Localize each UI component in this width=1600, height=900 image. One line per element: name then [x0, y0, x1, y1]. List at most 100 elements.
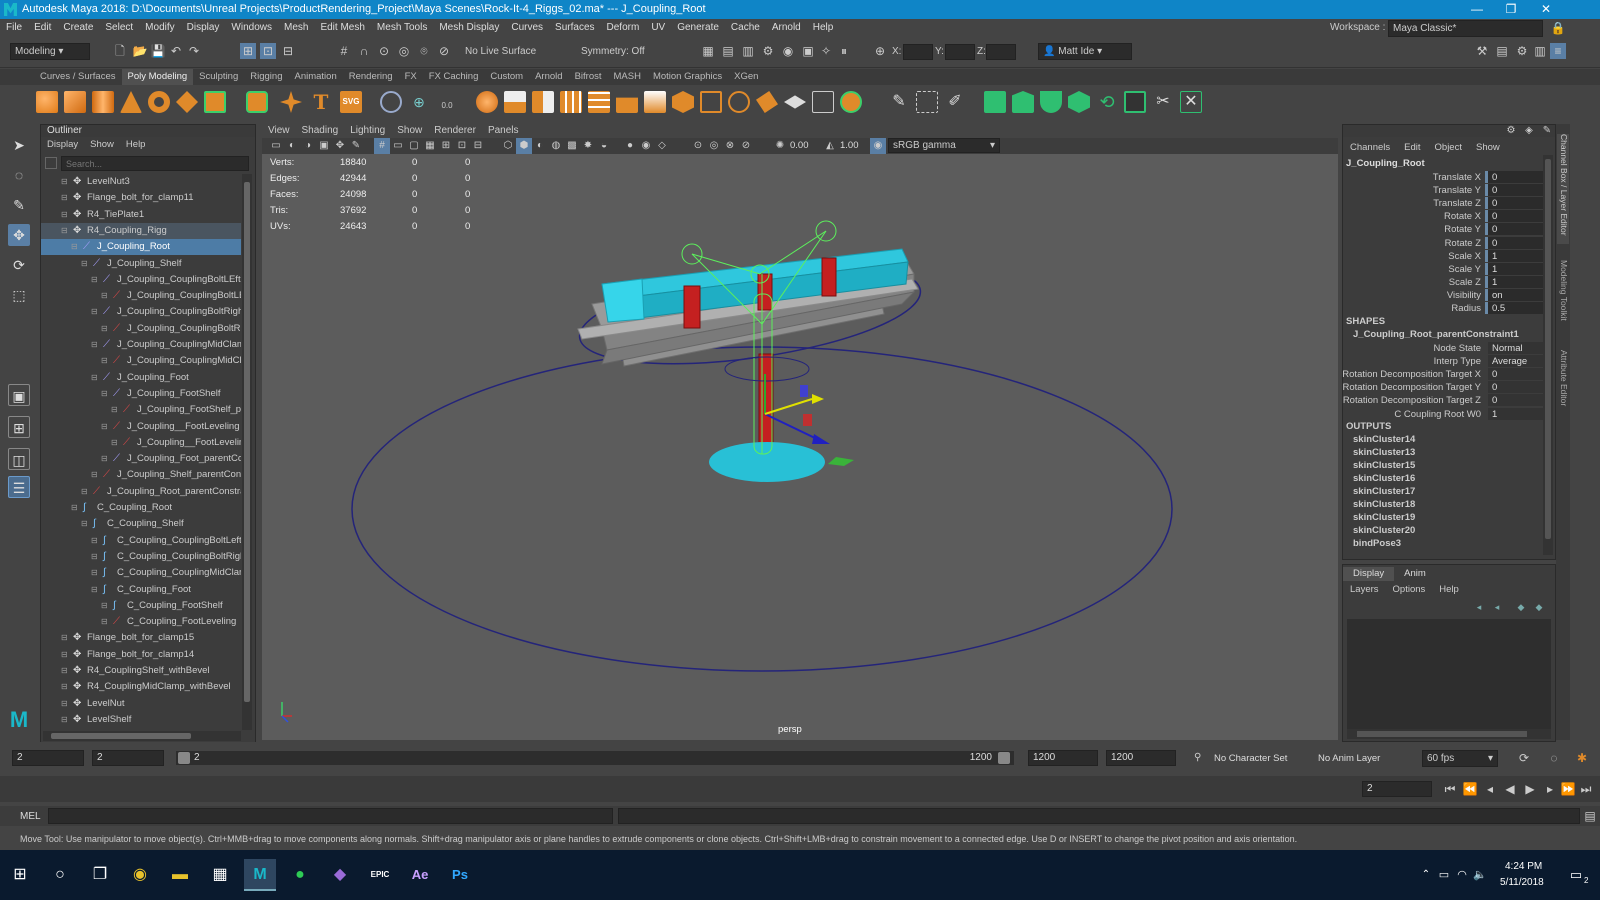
expand-toggle-icon[interactable]: ⊟ [111, 402, 121, 418]
expand-toggle-icon[interactable]: ⊟ [91, 272, 101, 288]
viewport-menu-renderer[interactable]: Renderer [428, 124, 482, 138]
expand-toggle-icon[interactable]: ⊟ [91, 582, 101, 598]
default-material-icon[interactable]: ◐ [532, 138, 548, 154]
outliner-row[interactable]: ⊟ ✥ R4_TiePlate1 [41, 207, 241, 223]
shelf-tab-bifrost[interactable]: Bifrost [569, 69, 608, 85]
anim-layer-select[interactable]: No Anim Layer [1318, 753, 1380, 764]
menu-mesh-display[interactable]: Mesh Display [433, 19, 505, 37]
notifications-icon[interactable]: ▭ [1560, 859, 1592, 891]
new-layer-selected-icon[interactable]: ◆ [1513, 599, 1529, 615]
outliner-row[interactable]: ⊟ ⟋ J_Coupling_CouplingMidCl [41, 353, 241, 369]
output-node[interactable]: skinCluster19 [1353, 512, 1415, 523]
step-forward-frame-icon[interactable]: ▸ [1542, 781, 1558, 797]
xray-joints-icon[interactable]: ⊗ [722, 138, 738, 154]
spotify-icon[interactable]: ● [284, 859, 316, 891]
menu-curves[interactable]: Curves [505, 19, 549, 37]
outliner-row[interactable]: ⊟ ∫ C_Coupling_CouplingBoltLeft [41, 533, 241, 549]
scene-view[interactable] [262, 154, 1338, 740]
channel-row[interactable]: Rotation Decomposition Target Z0 [1343, 394, 1555, 407]
menu-generate[interactable]: Generate [671, 19, 725, 37]
combine-icon[interactable]: ⊕ [408, 91, 430, 113]
character-set-select[interactable]: No Character Set [1214, 753, 1287, 764]
channel-row[interactable]: Interp Type Average [1343, 355, 1555, 368]
shadows-icon[interactable]: ◒ [596, 138, 612, 154]
layer-move-down-icon[interactable]: ◂ [1489, 599, 1505, 615]
clock-time[interactable]: 4:24 PM [1505, 861, 1542, 872]
script-language-label[interactable]: MEL [20, 811, 41, 822]
viewport-menu-view[interactable]: View [262, 124, 296, 138]
output-node[interactable]: skinCluster13 [1353, 447, 1415, 458]
sew-uv-icon[interactable]: ✂ [1152, 91, 1174, 113]
camera-attributes-icon[interactable]: ◐ [284, 138, 300, 154]
tab-channel-box[interactable]: Channel Box / Layer Editor [1557, 134, 1569, 244]
tab-modeling-toolkit[interactable]: Modeling Toolkit [1557, 260, 1569, 340]
extrude-icon[interactable] [616, 97, 638, 113]
ipr-render-icon[interactable]: ▥ [740, 43, 756, 59]
reduce-icon[interactable] [840, 91, 862, 113]
shelf-tab-poly-modeling[interactable]: Poly Modeling [121, 69, 194, 85]
expand-toggle-icon[interactable]: ⊟ [71, 500, 81, 516]
outliner-row[interactable]: ⊟ ✥ R4_Coupling_Rigg [41, 222, 241, 239]
layer-menu-help[interactable]: Help [1432, 583, 1466, 597]
expand-toggle-icon[interactable]: ⊟ [101, 419, 111, 435]
anim-prefs-icon[interactable]: ✱ [1574, 750, 1590, 766]
unfold-icon[interactable]: ✕ [1180, 91, 1202, 113]
expand-toggle-icon[interactable]: ⊟ [81, 516, 91, 532]
select-by-component-icon[interactable]: ⊟ [280, 43, 296, 59]
channel-row[interactable]: Radius 0.5 [1343, 302, 1555, 315]
bridge-icon[interactable] [644, 91, 666, 113]
channel-row[interactable]: Node State Normal [1343, 342, 1555, 355]
modeling-toolkit-icon[interactable]: ⚒ [1474, 43, 1490, 59]
two-pane-layout-icon[interactable]: ◫ [8, 448, 30, 470]
viewport-menu-panels[interactable]: Panels [482, 124, 525, 138]
outliner-row[interactable]: ⊟ ✥ LevelShelf [41, 712, 241, 728]
outliner-row[interactable]: ⊟ ⟋ J_Coupling_Root_parentConstra [41, 484, 241, 500]
safe-action-icon[interactable]: ⊡ [454, 138, 470, 154]
loop-icon[interactable]: ⟳ [1516, 750, 1532, 766]
wireframe-icon[interactable]: ⬡ [500, 138, 516, 154]
resolution-gate-icon[interactable]: ▢ [406, 138, 422, 154]
save-scene-icon[interactable]: 💾 [150, 43, 166, 59]
outliner-row[interactable]: ⊟ ⟋ J_Coupling_Foot [41, 370, 241, 386]
viewport-menu-shading[interactable]: Shading [296, 124, 345, 138]
automatic-map-icon[interactable] [1068, 91, 1090, 113]
epic-games-icon[interactable]: EPIC [364, 859, 396, 891]
outliner-row[interactable]: ⊟ ✥ LevelNut [41, 696, 241, 712]
expand-toggle-icon[interactable]: ⊟ [101, 353, 111, 369]
select-tool-icon[interactable]: ➤ [8, 134, 30, 156]
shelf-tab-sculpting[interactable]: Sculpting [193, 69, 244, 85]
menu-deform[interactable]: Deform [601, 19, 646, 37]
outliner-row[interactable]: ⊟ ✥ R4_CouplingShelf_withBevel [41, 663, 241, 679]
cylindrical-map-icon[interactable] [1012, 91, 1034, 113]
char-set-icon[interactable]: ⚲ [1194, 752, 1201, 763]
selected-object-name[interactable]: J_Coupling_Root [1346, 158, 1425, 169]
outliner-row[interactable]: ⊟ ∫ C_Coupling_Root [41, 500, 241, 516]
menu-set-select[interactable]: Modeling ▾ [10, 43, 90, 60]
x-field[interactable] [903, 44, 933, 60]
absolute-transform-icon[interactable]: ⊕ [872, 43, 888, 59]
shelf-tab-motion-graphics[interactable]: Motion Graphics [647, 69, 728, 85]
maya-taskbar-icon[interactable]: M [244, 859, 276, 891]
expand-toggle-icon[interactable]: ⊟ [91, 533, 101, 549]
expand-toggle-icon[interactable]: ⊟ [61, 663, 71, 679]
boolean-union-icon[interactable] [504, 91, 526, 113]
calculator-icon[interactable]: ▦ [204, 859, 236, 891]
grease-pencil-icon[interactable]: ✎ [348, 138, 364, 154]
expand-toggle-icon[interactable]: ⊟ [91, 304, 101, 320]
menu-mesh[interactable]: Mesh [278, 19, 314, 37]
shape-name[interactable]: J_Coupling_Root_parentConstraint1 [1353, 329, 1519, 340]
outliner-row[interactable]: ⊟ ✥ Flange_bolt_for_clamp11 [41, 190, 241, 206]
hypershade-icon[interactable]: ◉ [780, 43, 796, 59]
output-node[interactable]: skinCluster18 [1353, 499, 1415, 510]
channel-menu-object[interactable]: Object [1428, 141, 1469, 155]
account-select[interactable]: 👤 Matt Ide ▾ [1038, 43, 1132, 60]
live-surface-label[interactable]: No Live Surface [465, 46, 536, 57]
isolate-select-icon[interactable]: ⊙ [690, 138, 706, 154]
cut-faces-icon[interactable]: ✎ [888, 91, 910, 113]
timeline-ticks[interactable]: 2501001502002503003504004505005506006507… [0, 776, 1360, 802]
shelf-tab-fx[interactable]: FX [399, 69, 423, 85]
sculpt-geometry-icon[interactable] [380, 91, 402, 113]
layer-tab-anim[interactable]: Anim [1394, 567, 1436, 581]
platonic-solid-icon[interactable] [246, 91, 268, 113]
output-node[interactable]: skinCluster17 [1353, 486, 1415, 497]
